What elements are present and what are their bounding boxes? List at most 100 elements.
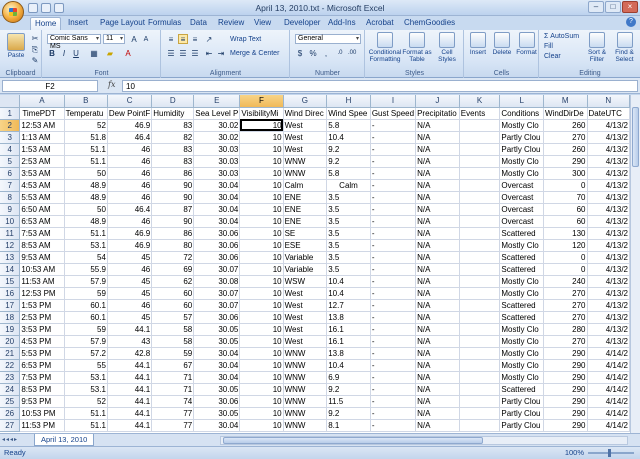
autosum-button[interactable]: Σ AutoSum (544, 33, 579, 41)
cut-icon[interactable]: ✂ (30, 33, 40, 43)
cell[interactable]: 53.1 (64, 383, 108, 396)
tab-data[interactable]: Data (186, 17, 211, 30)
cell[interactable]: 72 (151, 251, 195, 264)
cell[interactable]: 4/13/2 (587, 155, 630, 168)
cell[interactable]: ESE (283, 239, 328, 252)
cell[interactable]: 46 (107, 143, 153, 156)
cell[interactable]: 4/13/2 (587, 191, 630, 204)
cell[interactable]: 10 (239, 287, 284, 300)
tab-review[interactable]: Review (214, 17, 248, 30)
cell[interactable]: 44.1 (107, 371, 153, 384)
cell[interactable]: - (370, 275, 417, 288)
cell[interactable]: 10 (239, 335, 284, 348)
align-center-icon[interactable]: ☰ (178, 48, 188, 58)
cell[interactable]: 62 (151, 275, 195, 288)
cell[interactable]: 10 (239, 119, 284, 132)
cell[interactable]: WSW (283, 275, 328, 288)
cell[interactable]: WNW (283, 167, 328, 180)
row-header[interactable]: 19 (0, 323, 21, 336)
cell[interactable]: 4/13/2 (587, 167, 630, 180)
row-header[interactable]: 15 (0, 275, 21, 288)
cell[interactable]: 10 (239, 371, 284, 384)
cell[interactable]: - (370, 359, 417, 372)
cell[interactable]: 0 (543, 179, 588, 192)
cell[interactable]: 51.1 (64, 419, 108, 432)
cell[interactable]: West (283, 335, 328, 348)
format-cells-button[interactable]: Format (515, 32, 538, 56)
cell[interactable]: Partly Clou (499, 419, 544, 432)
fill-button[interactable]: Fill (544, 43, 553, 51)
cell[interactable]: 67 (151, 359, 195, 372)
cell[interactable]: N/A (415, 359, 460, 372)
cell[interactable]: 10 (239, 239, 284, 252)
cell[interactable]: N/A (415, 275, 460, 288)
horizontal-scroll-thumb[interactable] (223, 437, 483, 444)
cell[interactable]: 10 (239, 215, 284, 228)
cell[interactable]: 4/13/2 (587, 119, 630, 132)
cell[interactable]: 30.05 (193, 383, 241, 396)
comma-icon[interactable]: , (321, 48, 331, 58)
column-header-n[interactable]: N (587, 95, 630, 108)
cell[interactable]: 10 (239, 155, 284, 168)
cell[interactable] (459, 263, 501, 276)
cell[interactable] (459, 419, 501, 432)
column-header-k[interactable]: K (459, 95, 501, 108)
cell[interactable] (459, 359, 501, 372)
cell[interactable]: 1:53 AM (19, 143, 65, 156)
cell[interactable]: N/A (415, 191, 460, 204)
cell[interactable]: Mostly Clo (499, 371, 544, 384)
cell[interactable]: 51.1 (64, 227, 108, 240)
cell[interactable]: 13.8 (326, 347, 371, 360)
tab-view[interactable]: View (250, 17, 275, 30)
cell[interactable]: Mostly Clo (499, 323, 544, 336)
cell[interactable] (459, 407, 501, 420)
cell[interactable]: 3.5 (326, 215, 371, 228)
cell[interactable]: 10 (239, 347, 284, 360)
row-header[interactable]: 2 (0, 119, 21, 132)
cell[interactable]: - (370, 203, 417, 216)
cell[interactable]: Partly Clou (499, 395, 544, 408)
cell[interactable]: 0 (543, 263, 588, 276)
cell[interactable]: 30.06 (193, 311, 241, 324)
cell[interactable]: 12:53 PM (19, 287, 65, 300)
column-header-d[interactable]: D (151, 95, 195, 108)
cell[interactable] (459, 287, 501, 300)
tab-home[interactable]: Home (30, 17, 62, 30)
cell[interactable]: 46.9 (107, 119, 153, 132)
cell[interactable]: 46.9 (107, 239, 153, 252)
cell[interactable]: Mostly Clo (499, 155, 544, 168)
cell[interactable]: 10.4 (326, 287, 371, 300)
cell[interactable]: 53.1 (64, 239, 108, 252)
cell[interactable]: N/A (415, 323, 460, 336)
cell[interactable]: - (370, 323, 417, 336)
cell[interactable]: 3:53 AM (19, 167, 65, 180)
align-right-icon[interactable]: ☰ (190, 48, 200, 58)
cell[interactable]: WNW (283, 395, 328, 408)
cell[interactable]: 46 (107, 155, 153, 168)
row-header[interactable]: 26 (0, 407, 21, 420)
cell[interactable]: 0 (543, 251, 588, 264)
cell[interactable]: West (283, 323, 328, 336)
cell[interactable]: 54 (64, 251, 108, 264)
cell[interactable]: - (370, 407, 417, 420)
cell[interactable]: 87 (151, 203, 195, 216)
cell[interactable] (459, 383, 501, 396)
cell[interactable] (459, 155, 501, 168)
cell[interactable] (459, 239, 501, 252)
cell[interactable]: 11:53 AM (19, 275, 65, 288)
cell[interactable]: Sea Level P (193, 107, 241, 120)
cell[interactable]: 59 (151, 347, 195, 360)
cell[interactable]: 4/14/2 (587, 383, 630, 396)
zoom-slider[interactable] (588, 449, 634, 457)
cell[interactable] (459, 323, 501, 336)
cell[interactable]: 260 (543, 119, 588, 132)
cell[interactable]: Precipitatio (415, 107, 460, 120)
cell[interactable]: 12:53 AM (19, 119, 65, 132)
cell[interactable]: 5:53 AM (19, 191, 65, 204)
row-header[interactable]: 27 (0, 419, 21, 432)
cell[interactable]: 2:53 AM (19, 155, 65, 168)
cell[interactable]: WNW (283, 383, 328, 396)
cell[interactable]: - (370, 143, 417, 156)
cell[interactable]: - (370, 191, 417, 204)
row-header[interactable]: 1 (0, 107, 21, 120)
